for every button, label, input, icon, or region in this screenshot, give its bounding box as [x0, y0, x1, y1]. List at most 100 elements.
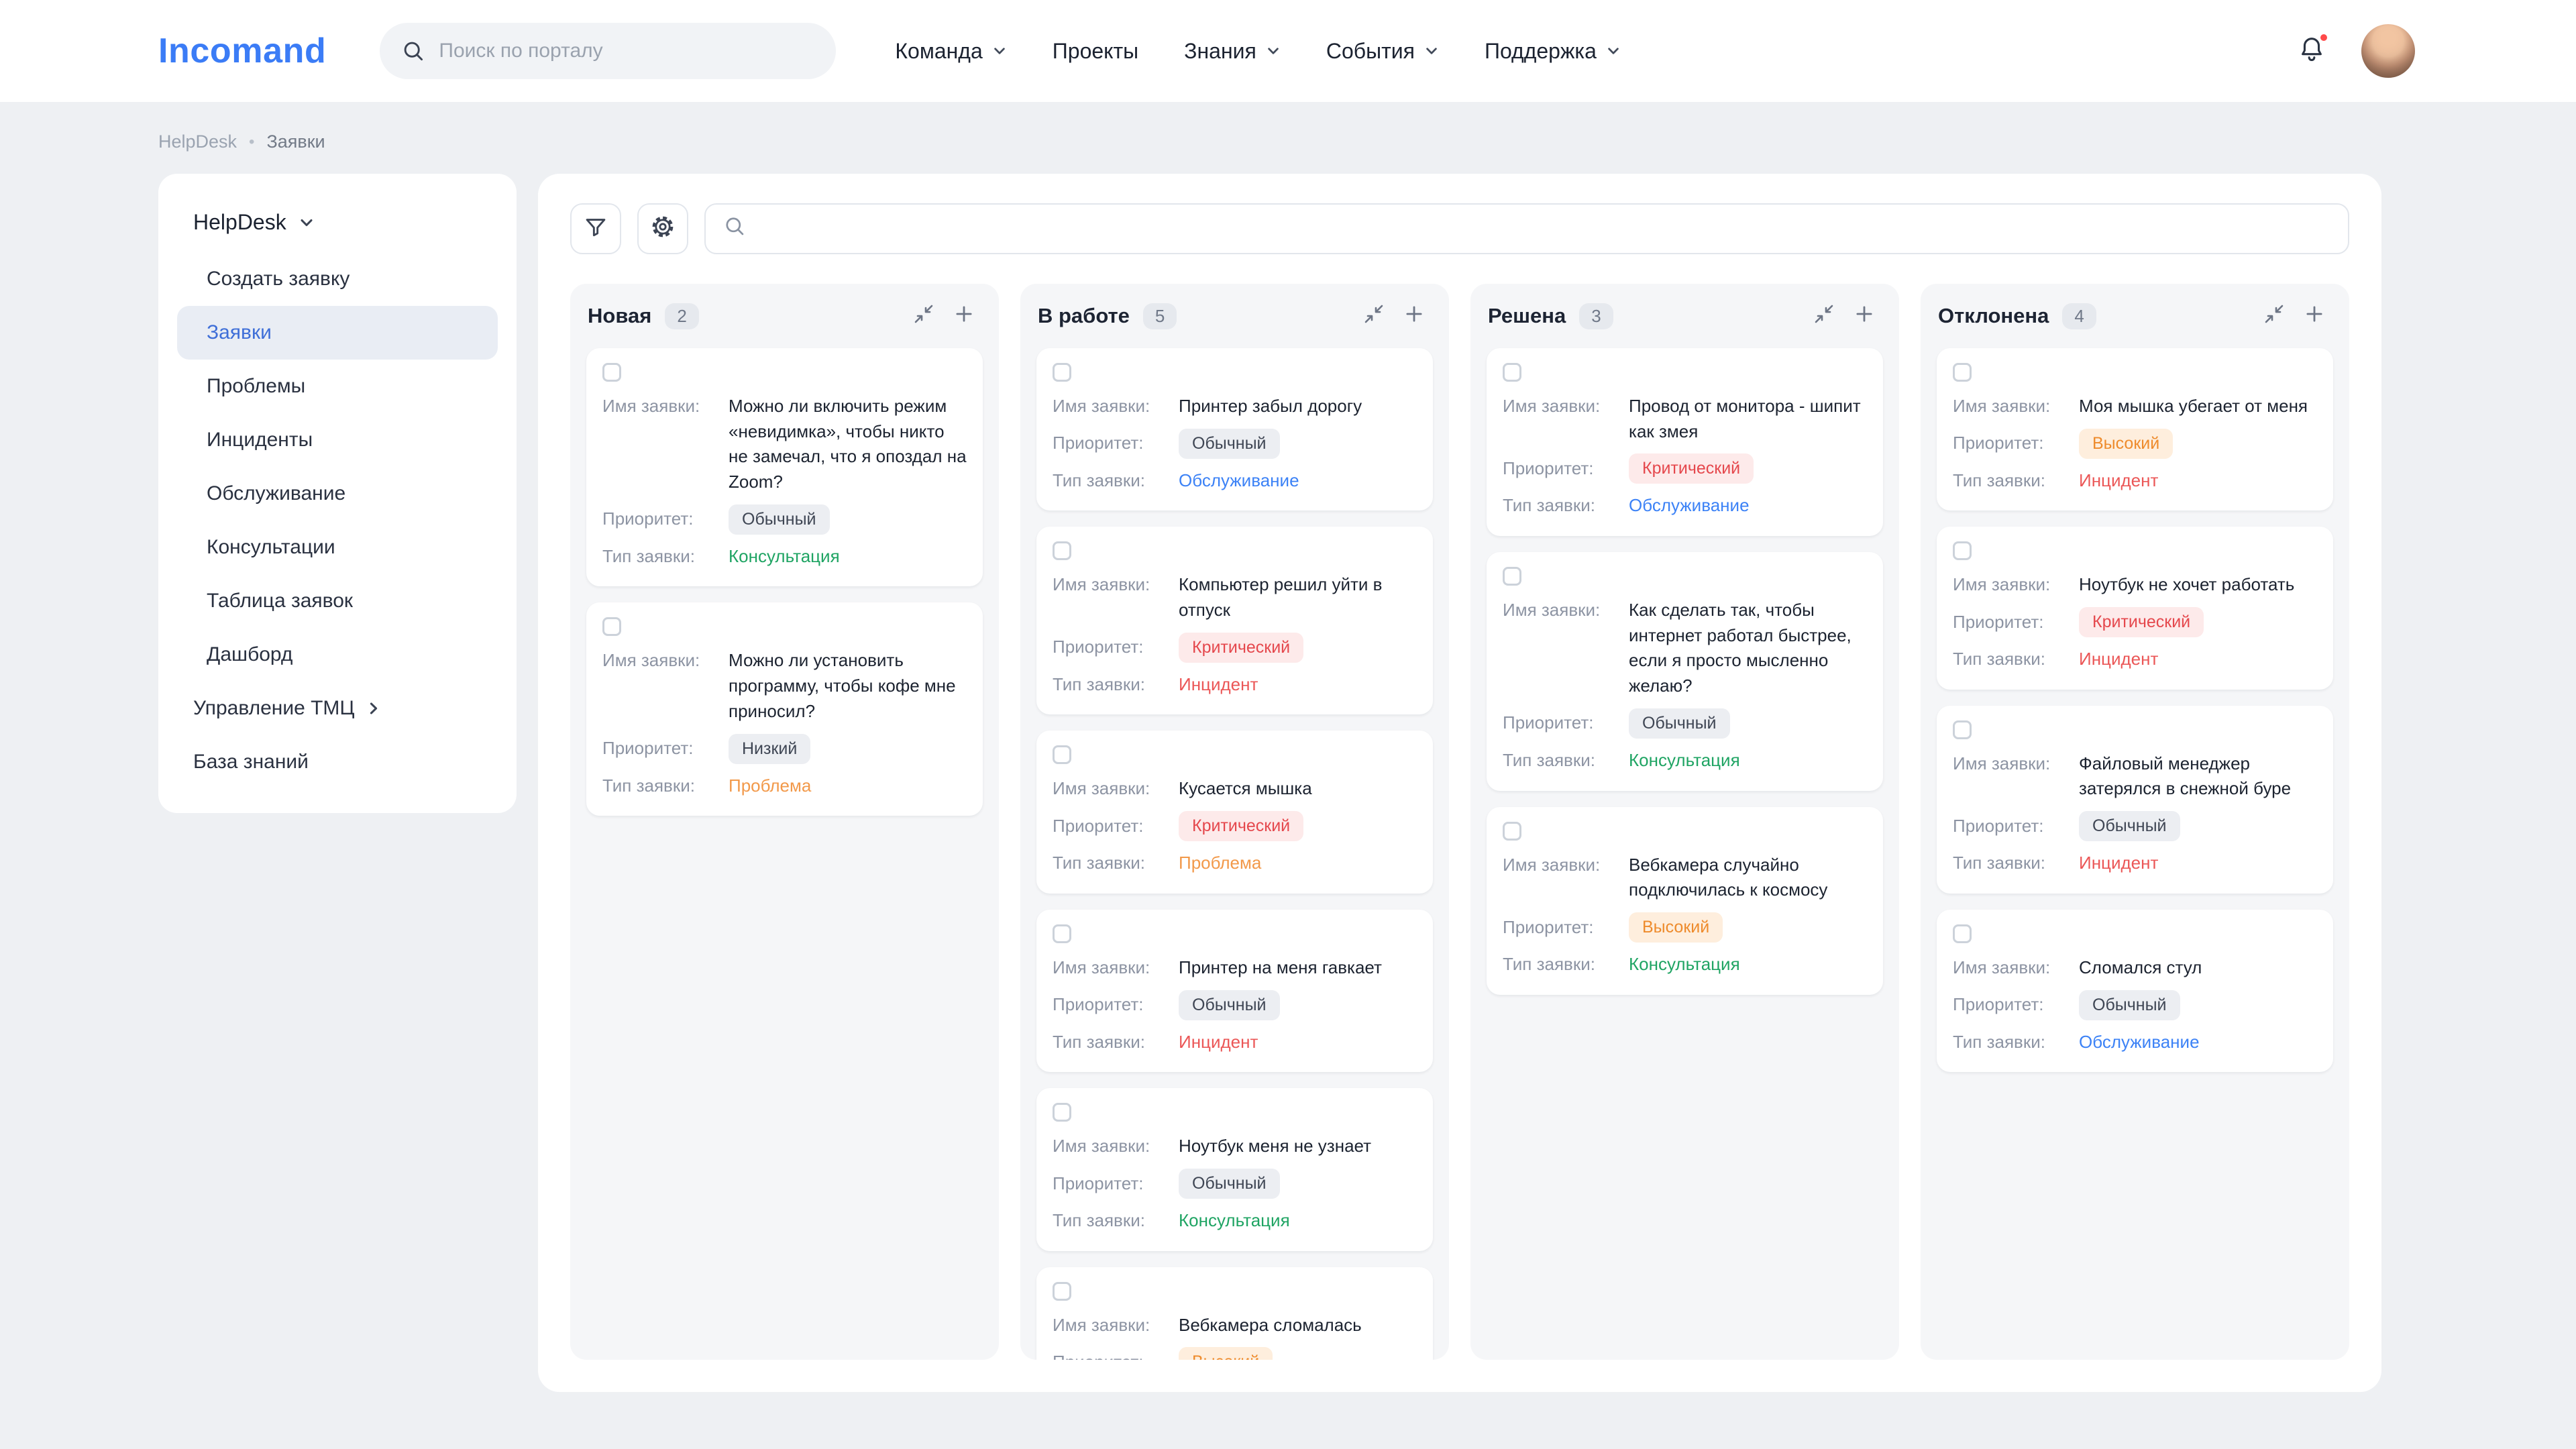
ticket-title: Принтер забыл дорогу	[1179, 394, 1417, 419]
add-card-button[interactable]	[1397, 299, 1432, 333]
ticket-name-label: Имя заявки:	[1053, 394, 1168, 419]
ticket-type: Проблема	[729, 773, 967, 798]
sidebar-item-tickets[interactable]: Заявки	[177, 306, 498, 360]
sidebar-section-helpdesk[interactable]: HelpDesk	[177, 198, 498, 252]
chevron-down-icon	[299, 215, 315, 231]
ticket-card[interactable]: Имя заявки: Вебкамера случайно подключил…	[1487, 807, 1883, 995]
ticket-priority-label: Приоритет:	[1953, 814, 2068, 839]
plus-icon	[1404, 304, 1424, 329]
sidebar-item-create-ticket[interactable]: Создать заявку	[177, 252, 498, 306]
ticket-card[interactable]: Имя заявки: Файловый менеджер затерялся …	[1937, 706, 2333, 894]
ticket-checkbox[interactable]	[1953, 541, 1972, 560]
sidebar-item-tmc-management[interactable]: Управление ТМЦ	[177, 682, 498, 735]
nav-item-knowledge[interactable]: Знания	[1184, 39, 1281, 64]
ticket-checkbox[interactable]	[1053, 363, 1071, 382]
portal-search-input[interactable]	[439, 40, 814, 62]
notifications-button[interactable]	[2292, 31, 2332, 71]
ticket-checkbox[interactable]	[1503, 363, 1521, 382]
ticket-type-label: Тип заявки:	[1503, 952, 1618, 977]
ticket-card[interactable]: Имя заявки: Компьютер решил уйти в отпус…	[1036, 527, 1433, 714]
ticket-checkbox[interactable]	[1053, 745, 1071, 764]
ticket-name-row: Имя заявки: Ноутбук меня не узнает	[1053, 1134, 1417, 1159]
collapse-column-button[interactable]	[1807, 299, 1841, 333]
ticket-type-row: Тип заявки: Инцидент	[1053, 1030, 1417, 1055]
ticket-checkbox[interactable]	[602, 617, 621, 636]
column-header: В работе 5	[1020, 284, 1449, 345]
ticket-priority-row: Приоритет: Обычный	[1053, 1169, 1417, 1199]
ticket-card[interactable]: Имя заявки: Принтер забыл дорогу Приорит…	[1036, 348, 1433, 511]
nav-item-events[interactable]: События	[1326, 39, 1439, 64]
ticket-card[interactable]: Имя заявки: Ноутбук меня не узнает Приор…	[1036, 1088, 1433, 1250]
ticket-checkbox[interactable]	[1053, 541, 1071, 560]
ticket-card[interactable]: Имя заявки: Можно ли установить программ…	[586, 602, 983, 816]
ticket-priority-label: Приоритет:	[1053, 635, 1168, 660]
sidebar-item-knowledge-base[interactable]: База знаний	[177, 735, 498, 789]
ticket-card[interactable]: Имя заявки: Вебкамера сломалась Приорите…	[1036, 1267, 1433, 1360]
sidebar-item-maintenance[interactable]: Обслуживание	[177, 467, 498, 521]
ticket-type-row: Тип заявки: Проблема	[602, 773, 967, 799]
ticket-card[interactable]: Имя заявки: Провод от монитора - шипит к…	[1487, 348, 1883, 536]
add-card-button[interactable]	[947, 299, 981, 333]
sidebar-item-dashboard[interactable]: Дашборд	[177, 628, 498, 682]
ticket-checkbox[interactable]	[1953, 720, 1972, 739]
ticket-checkbox[interactable]	[1503, 822, 1521, 841]
board-toolbar	[570, 203, 2349, 254]
add-card-button[interactable]	[1847, 299, 1882, 333]
ticket-card[interactable]: Имя заявки: Кусается мышка Приоритет: Кр…	[1036, 731, 1433, 893]
ticket-card[interactable]: Имя заявки: Ноутбук не хочет работать Пр…	[1937, 527, 2333, 689]
ticket-name-row: Имя заявки: Файловый менеджер затерялся …	[1953, 751, 2317, 802]
ticket-card[interactable]: Имя заявки: Принтер на меня гавкает Прио…	[1036, 910, 1433, 1072]
nav-item-team[interactable]: Команда	[895, 39, 1006, 64]
ticket-priority-row: Приоритет: Критический	[1053, 811, 1417, 841]
add-card-button[interactable]	[2297, 299, 2332, 333]
column-count-badge: 3	[1579, 303, 1613, 329]
ticket-name-label: Имя заявки:	[1053, 955, 1168, 981]
board-search-input[interactable]	[759, 218, 2330, 239]
ticket-card[interactable]: Имя заявки: Как сделать так, чтобы интер…	[1487, 552, 1883, 790]
nav-item-projects[interactable]: Проекты	[1053, 39, 1138, 64]
column-actions	[906, 299, 981, 333]
board-search[interactable]	[704, 203, 2349, 254]
ticket-checkbox[interactable]	[1053, 1103, 1071, 1122]
collapse-column-button[interactable]	[906, 299, 941, 333]
ticket-checkbox[interactable]	[1953, 924, 1972, 943]
breadcrumb-helpdesk[interactable]: HelpDesk	[158, 131, 237, 152]
ticket-type-label: Тип заявки:	[1053, 851, 1168, 876]
sidebar-item-problems[interactable]: Проблемы	[177, 360, 498, 413]
ticket-title: Ноутбук не хочет работать	[2079, 572, 2317, 598]
portal-search[interactable]	[380, 23, 836, 79]
sidebar-item-incidents[interactable]: Инциденты	[177, 413, 498, 467]
ticket-name-row: Имя заявки: Провод от монитора - шипит к…	[1503, 394, 1867, 444]
ticket-card[interactable]: Имя заявки: Можно ли включить режим «нев…	[586, 348, 983, 586]
nav-item-support[interactable]: Поддержка	[1485, 39, 1621, 64]
ticket-title: Кусается мышка	[1179, 776, 1417, 802]
collapse-column-button[interactable]	[2257, 299, 2292, 333]
ticket-type-row: Тип заявки: Проблема	[1053, 851, 1417, 876]
main-nav: Команда Проекты Знания События Поддержка	[895, 39, 1620, 64]
ticket-checkbox[interactable]	[1503, 567, 1521, 586]
ticket-checkbox[interactable]	[1053, 1282, 1071, 1301]
logo[interactable]: Incomand	[158, 31, 326, 71]
sidebar-item-tickets-table[interactable]: Таблица заявок	[177, 574, 498, 628]
avatar[interactable]	[2361, 24, 2415, 78]
ticket-title: Компьютер решил уйти в отпуск	[1179, 572, 1417, 623]
ticket-name-row: Имя заявки: Вебкамера случайно подключил…	[1503, 853, 1867, 903]
ticket-type-row: Тип заявки: Консультация	[1053, 1208, 1417, 1234]
ticket-checkbox[interactable]	[1053, 924, 1071, 943]
ticket-checkbox[interactable]	[602, 363, 621, 382]
ticket-type: Инцидент	[2079, 851, 2317, 875]
ticket-priority-label: Приоритет:	[1053, 431, 1168, 456]
board-settings-button[interactable]	[637, 203, 688, 254]
ticket-card[interactable]: Имя заявки: Моя мышка убегает от меня Пр…	[1937, 348, 2333, 511]
collapse-column-button[interactable]	[1356, 299, 1391, 333]
column-cards: Имя заявки: Провод от монитора - шипит к…	[1470, 345, 1899, 1360]
ticket-card[interactable]: Имя заявки: Сломался стул Приоритет: Обы…	[1937, 910, 2333, 1072]
ticket-priority-badge: Критический	[2079, 607, 2204, 637]
sidebar-item-consultations[interactable]: Консультации	[177, 521, 498, 574]
ticket-priority-label: Приоритет:	[1053, 1171, 1168, 1197]
filter-button[interactable]	[570, 203, 621, 254]
ticket-checkbox[interactable]	[1953, 363, 1972, 382]
ticket-type: Обслуживание	[1179, 468, 1417, 492]
column-count-badge: 2	[665, 303, 698, 329]
ticket-priority-badge: Низкий	[729, 734, 810, 764]
